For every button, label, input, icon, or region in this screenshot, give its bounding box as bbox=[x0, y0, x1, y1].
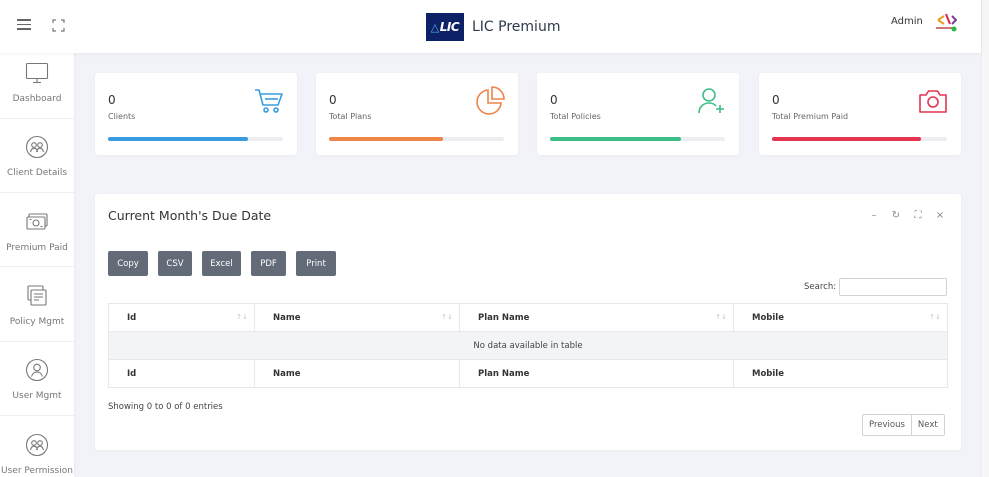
sidebar-item-user-mgmt[interactable]: User Mgmt bbox=[0, 358, 74, 401]
stat-label: Total Plans bbox=[329, 112, 372, 121]
search-label: Search: bbox=[804, 282, 837, 292]
pdf-button[interactable]: PDF bbox=[251, 251, 286, 276]
close-icon[interactable]: × bbox=[934, 210, 946, 222]
next-button[interactable]: Next bbox=[910, 415, 944, 435]
sidebar-divider bbox=[0, 192, 74, 193]
minimize-icon[interactable]: – bbox=[868, 210, 880, 222]
sort-icon[interactable]: ↑↓ bbox=[236, 313, 248, 321]
sort-icon[interactable]: ↑↓ bbox=[441, 313, 453, 321]
table-row: No data available in table bbox=[108, 331, 948, 360]
scrollbar[interactable] bbox=[981, 0, 989, 477]
column-header-id[interactable]: Id ↑↓ bbox=[108, 303, 255, 332]
stat-label: Clients bbox=[108, 112, 136, 121]
progress-fill bbox=[329, 137, 443, 141]
column-header-mobile[interactable]: Mobile ↑↓ bbox=[733, 303, 948, 332]
export-buttons: Copy CSV Excel PDF Print bbox=[108, 251, 336, 276]
footer-mobile: Mobile bbox=[733, 359, 948, 388]
refresh-icon[interactable]: ↻ bbox=[890, 210, 902, 222]
sidebar-item-policy-mgmt[interactable]: Policy Mgmt bbox=[0, 284, 74, 327]
stat-card-total-policies: 0 Total Policies bbox=[537, 73, 739, 155]
sidebar-item-user-permission[interactable]: User Permission bbox=[0, 433, 74, 476]
sidebar-item-label: Policy Mgmt bbox=[9, 317, 65, 327]
progress-bar bbox=[329, 137, 504, 141]
column-header-plan-name[interactable]: Plan Name ↑↓ bbox=[459, 303, 734, 332]
csv-button[interactable]: CSV bbox=[158, 251, 192, 276]
sidebar-divider bbox=[0, 266, 74, 267]
stat-label: Total Premium Paid bbox=[772, 112, 849, 121]
sidebar-divider bbox=[0, 118, 74, 119]
progress-bar bbox=[108, 137, 283, 141]
footer-name: Name bbox=[254, 359, 460, 388]
due-date-table: Id ↑↓ Name ↑↓ Plan Name ↑↓ Mobile ↑↓ No data… bbox=[108, 303, 948, 388]
table-footer-row: Id Name Plan Name Mobile bbox=[108, 359, 948, 388]
cart-icon bbox=[255, 89, 283, 113]
sidebar-item-label: Client Details bbox=[6, 168, 68, 178]
stat-card-total-plans: 0 Total Plans bbox=[316, 73, 518, 155]
user-icon bbox=[25, 358, 49, 382]
footer-id: Id bbox=[108, 359, 255, 388]
stat-value: 0 bbox=[329, 93, 337, 107]
search-input[interactable] bbox=[839, 278, 948, 296]
excel-button[interactable]: Excel bbox=[202, 251, 241, 276]
table-info: Showing 0 to 0 of 0 entries bbox=[108, 402, 223, 412]
add-user-icon bbox=[698, 88, 724, 114]
previous-button[interactable]: Previous bbox=[863, 415, 911, 435]
progress-fill bbox=[550, 137, 682, 141]
pagination: Previous Next bbox=[862, 414, 945, 436]
sidebar-divider bbox=[0, 415, 74, 416]
stat-card-clients: 0 Clients bbox=[95, 73, 297, 155]
sidebar-item-label: User Permission bbox=[1, 466, 73, 476]
sidebar-divider bbox=[0, 341, 74, 342]
stat-value: 0 bbox=[550, 93, 558, 107]
panel-title: Current Month's Due Date bbox=[108, 208, 272, 223]
progress-bar bbox=[772, 137, 947, 141]
copy-button[interactable]: Copy bbox=[108, 251, 148, 276]
sidebar-item-client-details[interactable]: Client Details bbox=[0, 135, 74, 178]
search-box: Search: bbox=[804, 278, 948, 296]
user-name[interactable]: Admin bbox=[891, 16, 923, 27]
sidebar-item-label: Premium Paid bbox=[6, 243, 68, 253]
stat-value: 0 bbox=[108, 93, 116, 107]
sidebar: Dashboard Client Details Premium Paid Po… bbox=[0, 53, 74, 477]
camera-icon bbox=[919, 90, 947, 113]
sidebar-item-label: User Mgmt bbox=[12, 391, 62, 401]
documents-icon bbox=[27, 285, 47, 306]
sidebar-item-dashboard[interactable]: Dashboard bbox=[0, 61, 74, 104]
pie-chart-icon bbox=[476, 86, 505, 115]
sidebar-item-label: Dashboard bbox=[12, 94, 62, 104]
brand[interactable]: △ LIC LIC Premium bbox=[426, 13, 560, 41]
panel-tools: – ↻ ⛶ × bbox=[868, 210, 946, 222]
cash-icon bbox=[26, 213, 48, 230]
sort-icon[interactable]: ↑↓ bbox=[929, 313, 941, 321]
table-header-row: Id ↑↓ Name ↑↓ Plan Name ↑↓ Mobile ↑↓ bbox=[108, 303, 948, 332]
monitor-icon bbox=[25, 62, 49, 84]
people-icon bbox=[25, 135, 49, 159]
footer-plan-name: Plan Name bbox=[459, 359, 734, 388]
print-button[interactable]: Print bbox=[296, 251, 336, 276]
empty-table-message: No data available in table bbox=[108, 331, 948, 360]
top-navbar: △ LIC LIC Premium Admin bbox=[0, 0, 981, 53]
fullscreen-icon[interactable] bbox=[52, 19, 65, 32]
sort-icon[interactable]: ↑↓ bbox=[715, 313, 727, 321]
fullscreen-icon[interactable]: ⛶ bbox=[912, 210, 924, 222]
column-header-name[interactable]: Name ↑↓ bbox=[254, 303, 460, 332]
progress-fill bbox=[772, 137, 921, 141]
sidebar-item-premium-paid[interactable]: Premium Paid bbox=[0, 210, 74, 253]
stat-card-total-premium-paid: 0 Total Premium Paid bbox=[759, 73, 961, 155]
people-icon bbox=[25, 433, 49, 457]
hamburger-menu-icon[interactable] bbox=[17, 19, 31, 30]
stat-value: 0 bbox=[772, 93, 780, 107]
due-date-panel: Current Month's Due Date – ↻ ⛶ × Copy CS… bbox=[95, 194, 961, 450]
user-avatar-logo-icon[interactable] bbox=[933, 11, 957, 33]
brand-logo: △ LIC bbox=[426, 13, 464, 41]
progress-fill bbox=[108, 137, 248, 141]
app-title: LIC Premium bbox=[472, 19, 561, 35]
progress-bar bbox=[550, 137, 725, 141]
stat-label: Total Policies bbox=[550, 112, 601, 121]
